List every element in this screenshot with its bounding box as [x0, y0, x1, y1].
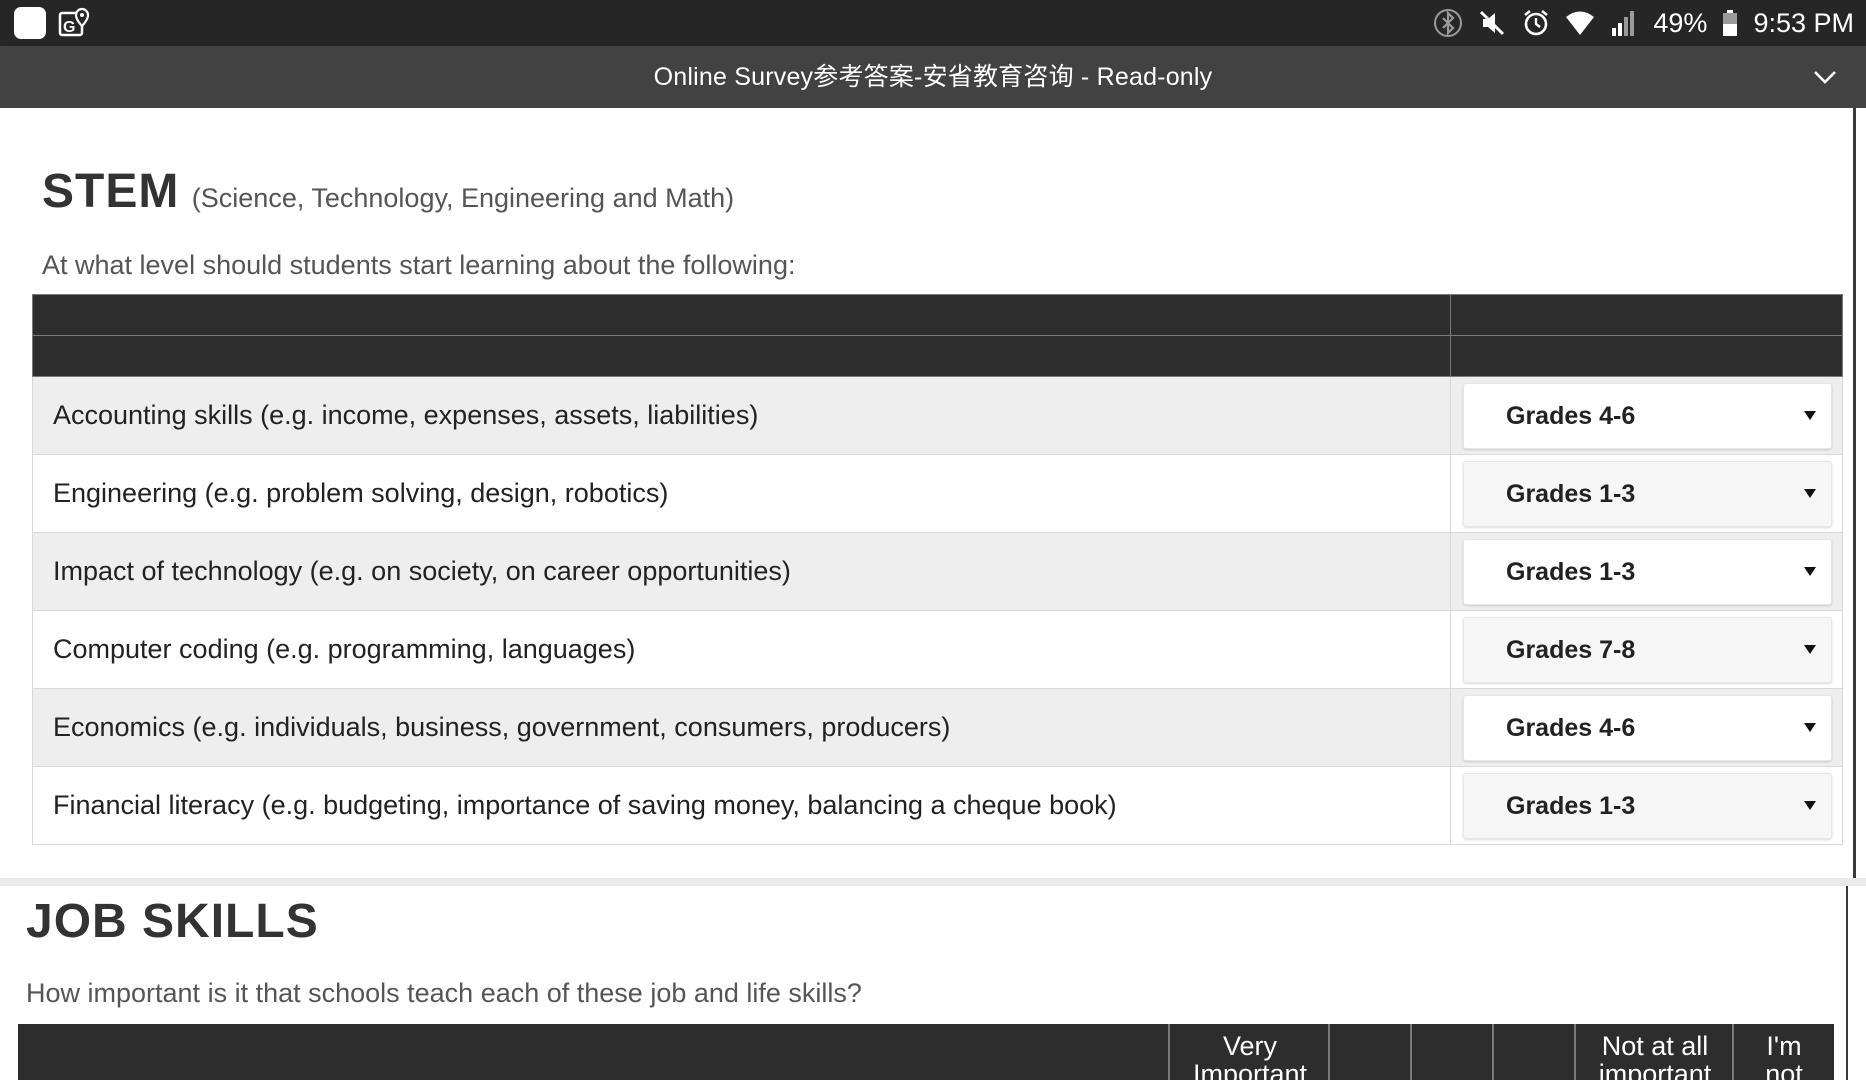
job-skills-title: JOB SKILLS [26, 895, 319, 948]
grade-select[interactable]: Grades 1-3 [1463, 772, 1832, 839]
stem-question: At what level should students start lear… [42, 250, 796, 280]
table-header-row [32, 335, 1843, 377]
alarm-icon [1521, 8, 1551, 38]
stem-table: Accounting skills (e.g. income, expenses… [32, 294, 1843, 845]
grade-select[interactable]: Grades 7-8 [1463, 616, 1832, 683]
job-skills-question: How important is it that schools teach e… [26, 978, 862, 1008]
table-row: Financial literacy (e.g. budgeting, impo… [32, 766, 1843, 845]
table-row: Accounting skills (e.g. income, expenses… [32, 376, 1843, 455]
stem-heading: STEM (Science, Technology, Engineering a… [42, 164, 734, 219]
document-title: Online Survey参考答案-安省教育咨询 - Read-only [653, 63, 1213, 91]
dropdown-arrow-icon [1804, 800, 1816, 810]
grade-select[interactable]: Grades 4-6 [1463, 694, 1832, 761]
job-header-label: I'm not [1765, 1031, 1803, 1080]
select-value: Grades 1-3 [1506, 791, 1636, 820]
dropdown-arrow-icon [1804, 722, 1816, 732]
item-label: Engineering (e.g. problem solving, desig… [53, 478, 669, 508]
status-bar: G 49% 9:53 PM [0, 0, 1866, 46]
job-skills-table-header: Very Important Not at all important I'm … [18, 1024, 1834, 1080]
table-header-cell [32, 294, 1451, 336]
item-label: Financial literacy (e.g. budgeting, impo… [53, 790, 1117, 820]
app-icon [14, 7, 46, 39]
page-edge [1853, 108, 1856, 878]
battery-icon [1721, 8, 1739, 38]
job-header-label [18, 1024, 1168, 1032]
select-value: Grades 4-6 [1506, 713, 1636, 742]
wifi-icon [1565, 8, 1595, 38]
item-label: Computer coding (e.g. programming, langu… [53, 634, 636, 664]
job-header-label [1494, 1024, 1576, 1032]
job-header-cell [1410, 1024, 1494, 1080]
job-header-cell: Very Important [1168, 1024, 1330, 1080]
grade-select[interactable]: Grades 4-6 [1463, 382, 1832, 449]
job-header-label: Very Important [1192, 1031, 1308, 1080]
page-break [0, 878, 1866, 886]
dropdown-arrow-icon [1804, 644, 1816, 654]
page-edge [1846, 886, 1848, 1080]
stem-title: STEM [42, 165, 180, 218]
dropdown-arrow-icon [1804, 566, 1816, 576]
table-header-cell [1450, 335, 1843, 377]
item-label: Economics (e.g. individuals, business, g… [53, 712, 951, 742]
table-row: Economics (e.g. individuals, business, g… [32, 688, 1843, 767]
mute-icon [1477, 8, 1507, 38]
signal-icon [1609, 8, 1639, 38]
dropdown-arrow-icon [1804, 488, 1816, 498]
table-header-row [32, 294, 1843, 336]
job-header-cell: Not at all important [1574, 1024, 1734, 1080]
document-content[interactable]: STEM (Science, Technology, Engineering a… [0, 108, 1866, 1080]
select-value: Grades 1-3 [1506, 479, 1636, 508]
battery-percent: 49% [1653, 7, 1708, 38]
select-value: Grades 7-8 [1506, 635, 1636, 664]
clock: 9:53 PM [1753, 7, 1854, 38]
svg-text:G: G [63, 19, 75, 36]
job-header-cell [18, 1024, 1168, 1080]
job-header-cell [1492, 1024, 1576, 1080]
maps-icon: G [58, 7, 90, 39]
grade-select[interactable]: Grades 1-3 [1463, 460, 1832, 527]
item-label: Accounting skills (e.g. income, expenses… [53, 400, 759, 430]
job-header-cell: I'm not [1732, 1024, 1834, 1080]
table-header-cell [1450, 294, 1843, 336]
item-label: Impact of technology (e.g. on society, o… [53, 556, 791, 586]
select-value: Grades 4-6 [1506, 401, 1636, 430]
bluetooth-icon [1433, 8, 1463, 38]
job-header-label [1412, 1024, 1494, 1032]
table-row: Impact of technology (e.g. on society, o… [32, 532, 1843, 611]
chevron-down-icon[interactable] [1812, 64, 1838, 90]
select-value: Grades 1-3 [1506, 557, 1636, 586]
job-header-cell [1328, 1024, 1412, 1080]
grade-select[interactable]: Grades 1-3 [1463, 538, 1832, 605]
table-header-cell [32, 335, 1451, 377]
table-row: Computer coding (e.g. programming, langu… [32, 610, 1843, 689]
job-header-label [1330, 1024, 1412, 1032]
title-bar: Online Survey参考答案-安省教育咨询 - Read-only [0, 46, 1866, 108]
stem-subtitle: (Science, Technology, Engineering and Ma… [191, 183, 735, 213]
dropdown-arrow-icon [1804, 410, 1816, 420]
table-row: Engineering (e.g. problem solving, desig… [32, 454, 1843, 533]
job-header-label: Not at all important [1598, 1031, 1712, 1080]
